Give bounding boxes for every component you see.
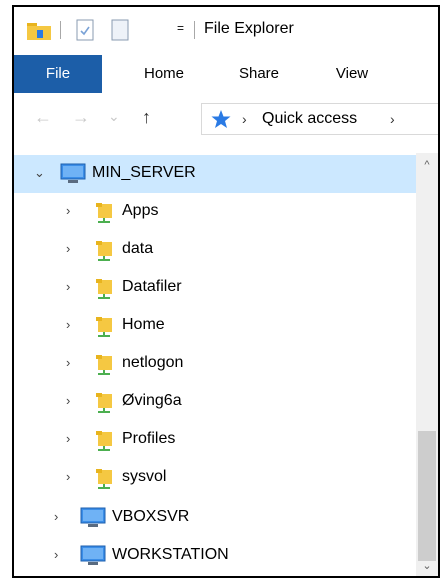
chevron-right-icon[interactable]: ›: [66, 431, 70, 446]
shared-folder-icon: [94, 278, 114, 305]
scroll-thumb[interactable]: [418, 431, 436, 561]
customize-toolbar-dropdown[interactable]: =: [177, 21, 184, 35]
shared-folder-icon: [94, 430, 114, 457]
tree-item-label: sysvol: [122, 468, 167, 485]
computer-icon: [60, 163, 86, 190]
breadcrumb-separator-end[interactable]: ›: [390, 111, 395, 127]
tree-item-label: Apps: [122, 202, 159, 219]
tree-item-label: Datafiler: [122, 278, 182, 295]
breadcrumb-separator[interactable]: ›: [242, 111, 247, 127]
tree-item-data[interactable]: › data: [14, 231, 416, 269]
tree-item-profiles[interactable]: › Profiles: [14, 421, 416, 459]
new-file-icon[interactable]: [109, 19, 131, 46]
file-explorer-window: = File Explorer File Home Share View ← →…: [12, 5, 440, 578]
chevron-right-icon[interactable]: ›: [66, 279, 70, 294]
address-bar[interactable]: › Quick access ›: [201, 103, 438, 135]
tree-item-apps[interactable]: › Apps: [14, 193, 416, 231]
chevron-right-icon[interactable]: ›: [66, 469, 70, 484]
tree-item-oving6a[interactable]: › Øving6a: [14, 383, 416, 421]
tree-item-sysvol[interactable]: › sysvol: [14, 459, 416, 497]
up-icon[interactable]: ↑: [142, 107, 151, 128]
tab-view[interactable]: View: [312, 55, 392, 93]
tree-item-label: data: [122, 240, 154, 257]
tab-share[interactable]: Share: [219, 55, 299, 93]
shared-folder-icon: [94, 202, 114, 229]
ribbon-tabs: File Home Share View: [14, 55, 438, 93]
tree-item-label: VBOXSVR: [112, 508, 190, 525]
tree-item-home[interactable]: › Home: [14, 307, 416, 345]
tree-item-netlogon[interactable]: › netlogon: [14, 345, 416, 383]
scroll-up-icon[interactable]: ^: [416, 159, 438, 171]
title-bar: = File Explorer: [14, 7, 438, 53]
chevron-right-icon[interactable]: ›: [66, 317, 70, 332]
breadcrumb-quick-access[interactable]: Quick access: [262, 110, 357, 128]
tree-item-label: Home: [122, 316, 165, 333]
tree-item-label: MIN_SERVER: [92, 164, 196, 181]
window-title: File Explorer: [204, 20, 294, 37]
chevron-right-icon[interactable]: ›: [66, 203, 70, 218]
quick-access-star-icon: [210, 109, 232, 134]
chevron-right-icon[interactable]: ›: [66, 393, 70, 408]
chevron-right-icon[interactable]: ›: [66, 355, 70, 370]
tree-item-min-server[interactable]: ⌄ MIN_SERVER: [14, 155, 416, 193]
tree-item-label: WORKSTATION: [112, 546, 229, 563]
tree-item-workstation[interactable]: › WORKSTATION: [14, 537, 416, 575]
forward-icon[interactable]: →: [72, 107, 90, 128]
shared-folder-icon: [94, 354, 114, 381]
chevron-right-icon[interactable]: ›: [66, 241, 70, 256]
properties-icon[interactable]: [74, 19, 96, 46]
navigation-bar: ← → ⌄ ↑ › Quick access ›: [14, 99, 438, 139]
chevron-right-icon[interactable]: ›: [54, 509, 58, 524]
recent-locations-icon[interactable]: ⌄: [108, 108, 120, 125]
tree-item-label: netlogon: [122, 354, 184, 371]
shared-folder-icon: [94, 240, 114, 267]
tree-item-label: Øving6a: [122, 392, 182, 409]
navigation-tree: ⌄ MIN_SERVER › Apps › data › Datafiler ›…: [14, 153, 416, 576]
tab-file[interactable]: File: [14, 55, 102, 93]
computer-icon: [80, 507, 106, 534]
tree-item-datafiler[interactable]: › Datafiler: [14, 269, 416, 307]
chevron-down-icon[interactable]: ⌄: [34, 165, 45, 181]
scroll-down-icon[interactable]: ⌄: [416, 559, 438, 572]
chevron-right-icon[interactable]: ›: [54, 547, 58, 562]
shared-folder-icon: [94, 316, 114, 343]
shared-folder-icon: [94, 468, 114, 495]
tree-item-vboxsvr[interactable]: › VBOXSVR: [14, 499, 416, 537]
folder-icon[interactable]: [26, 19, 52, 46]
shared-folder-icon: [94, 392, 114, 419]
back-icon[interactable]: ←: [34, 107, 52, 128]
tab-home[interactable]: Home: [124, 55, 204, 93]
tree-item-label: Profiles: [122, 430, 176, 447]
tree-scrollbar[interactable]: ^ ⌄: [416, 153, 438, 576]
computer-icon: [80, 545, 106, 572]
